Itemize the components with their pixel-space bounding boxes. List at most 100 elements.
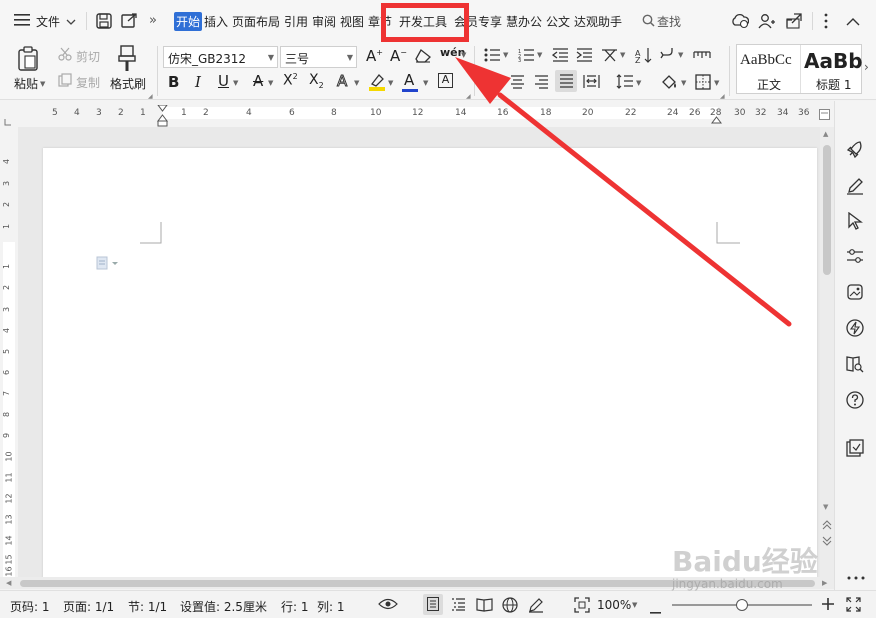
- right-indent-marker-icon[interactable]: [711, 114, 722, 128]
- export-icon[interactable]: [121, 13, 138, 32]
- format-painter-button[interactable]: 格式刷: [110, 75, 146, 92]
- format-painter-icon[interactable]: [117, 45, 137, 76]
- adjust-sliders-icon[interactable]: [846, 248, 864, 267]
- align-center-icon[interactable]: [510, 75, 525, 92]
- zoom-level[interactable]: 100%: [597, 598, 631, 612]
- align-right-icon[interactable]: [534, 75, 549, 92]
- scissors-icon[interactable]: [58, 47, 72, 64]
- copy-icon[interactable]: [58, 73, 72, 90]
- lightning-icon[interactable]: [846, 319, 864, 340]
- tab-insert[interactable]: 插入: [204, 13, 228, 30]
- paragraph-dialog-launcher-icon[interactable]: ◢: [720, 93, 725, 100]
- status-column[interactable]: 列: 1: [317, 598, 345, 615]
- document-page[interactable]: [43, 148, 817, 578]
- vertical-scrollbar[interactable]: ▲ ▼: [820, 127, 834, 577]
- more-tabs-icon[interactable]: »: [149, 13, 157, 28]
- line-spacing-icon[interactable]: [616, 74, 633, 92]
- status-page-count[interactable]: 页面: 1/1: [63, 598, 114, 615]
- backup-icon[interactable]: [846, 439, 864, 460]
- vertical-ruler[interactable]: 4 3 2 1 1 2 3 4 5 6 7 8 9 10 11 12 13 14…: [0, 127, 18, 577]
- zoom-out-icon[interactable]: [650, 603, 661, 617]
- numbered-list-icon[interactable]: 123: [518, 48, 534, 65]
- zoom-slider[interactable]: [672, 599, 812, 611]
- decrease-font-size-icon[interactable]: A−: [390, 47, 407, 65]
- sort-icon[interactable]: AZ: [635, 47, 653, 66]
- bullet-list-icon[interactable]: [484, 48, 500, 65]
- bold-icon[interactable]: B: [168, 73, 179, 91]
- increase-indent-icon[interactable]: [576, 48, 592, 65]
- search-label[interactable]: 查找: [657, 13, 681, 30]
- tab-smart-office[interactable]: 慧办公: [506, 13, 542, 30]
- style-normal[interactable]: AaBbCc 正文: [737, 45, 801, 93]
- share-icon[interactable]: [785, 13, 803, 32]
- font-dialog-launcher-icon[interactable]: ◢: [466, 93, 471, 100]
- show-marks-dropdown-icon[interactable]: ▼: [678, 51, 683, 59]
- status-setting-value[interactable]: 设置值: 2.5厘米: [180, 598, 267, 615]
- ruler-toggle-icon[interactable]: [819, 109, 830, 123]
- next-page-icon[interactable]: [822, 535, 832, 549]
- image-tools-icon[interactable]: [846, 283, 864, 304]
- shading-icon[interactable]: [660, 74, 678, 93]
- align-left-icon[interactable]: [486, 75, 501, 92]
- chinese-layout-icon[interactable]: [601, 47, 619, 66]
- more-sidebar-icon[interactable]: [847, 569, 865, 583]
- chevron-down-icon[interactable]: [66, 15, 76, 29]
- scroll-up-icon[interactable]: ▲: [823, 130, 828, 138]
- tab-references[interactable]: 引用: [284, 13, 308, 30]
- tab-daguan-assistant[interactable]: 达观助手: [574, 13, 622, 30]
- eye-protection-icon[interactable]: [378, 597, 398, 614]
- paste-icon[interactable]: [17, 46, 39, 75]
- underline-dropdown-icon[interactable]: ▼: [233, 79, 238, 87]
- text-effect-icon[interactable]: A: [336, 72, 347, 91]
- paste-button[interactable]: 粘贴: [14, 75, 38, 92]
- style-heading-1[interactable]: AaBb 标题 1: [802, 45, 862, 93]
- borders-dropdown-icon[interactable]: ▼: [714, 79, 719, 87]
- highlight-dropdown-icon[interactable]: ▼: [388, 79, 393, 87]
- highlight-color-icon[interactable]: [368, 73, 386, 94]
- scroll-right-icon[interactable]: ▶: [822, 579, 827, 587]
- clear-format-icon[interactable]: [415, 49, 431, 66]
- line-spacing-dropdown-icon[interactable]: ▼: [636, 79, 641, 87]
- font-color-dropdown-icon[interactable]: ▼: [423, 79, 428, 87]
- page-view-button[interactable]: [423, 594, 443, 615]
- tab-view[interactable]: 视图: [340, 13, 364, 30]
- underline-icon[interactable]: U: [218, 72, 229, 90]
- hamburger-menu-icon[interactable]: [14, 14, 30, 26]
- phonetic-dropdown-icon[interactable]: ▼: [461, 51, 466, 59]
- select-cursor-icon[interactable]: [847, 211, 863, 233]
- copy-button[interactable]: 复制: [76, 74, 100, 91]
- save-icon[interactable]: [96, 13, 112, 32]
- cloud-sync-icon[interactable]: [731, 13, 750, 32]
- status-line[interactable]: 行: 1: [281, 598, 309, 615]
- cut-button[interactable]: 剪切: [76, 48, 100, 65]
- paragraph-layout-icon[interactable]: [96, 256, 118, 273]
- tab-review[interactable]: 审阅: [312, 13, 336, 30]
- status-page-number[interactable]: 页码: 1: [10, 598, 50, 615]
- text-effect-dropdown-icon[interactable]: ▼: [354, 79, 359, 87]
- scroll-left-icon[interactable]: ◀: [6, 579, 11, 587]
- more-options-icon[interactable]: [824, 13, 828, 32]
- zoom-in-icon[interactable]: [822, 598, 834, 613]
- borders-icon[interactable]: [695, 74, 711, 93]
- font-size-select[interactable]: 三号 ▼: [280, 46, 357, 68]
- numbered-dropdown-icon[interactable]: ▼: [537, 51, 542, 59]
- add-user-icon[interactable]: [758, 13, 776, 32]
- file-menu[interactable]: 文件: [36, 13, 60, 30]
- superscript-icon[interactable]: X2: [283, 72, 298, 89]
- fit-page-icon[interactable]: [574, 597, 590, 616]
- paste-dropdown-icon[interactable]: ▼: [40, 80, 45, 88]
- status-section[interactable]: 节: 1/1: [128, 598, 167, 615]
- show-marks-icon[interactable]: [660, 47, 676, 66]
- align-justify-button[interactable]: [555, 70, 577, 92]
- font-name-select[interactable]: 仿宋_GB2312 ▼: [163, 46, 278, 68]
- clipboard-dialog-launcher-icon[interactable]: ◢: [148, 93, 153, 100]
- fullscreen-icon[interactable]: [846, 597, 861, 615]
- search-icon[interactable]: [642, 14, 655, 30]
- previous-page-icon[interactable]: [822, 519, 832, 533]
- tab-page-layout[interactable]: 页面布局: [232, 13, 280, 30]
- shading-dropdown-icon[interactable]: ▼: [681, 79, 686, 87]
- zoom-dropdown-icon[interactable]: ▼: [632, 601, 637, 609]
- increase-font-size-icon[interactable]: A+: [366, 47, 383, 65]
- tab-official-document[interactable]: 公文: [546, 13, 570, 30]
- rocket-icon[interactable]: [846, 141, 864, 162]
